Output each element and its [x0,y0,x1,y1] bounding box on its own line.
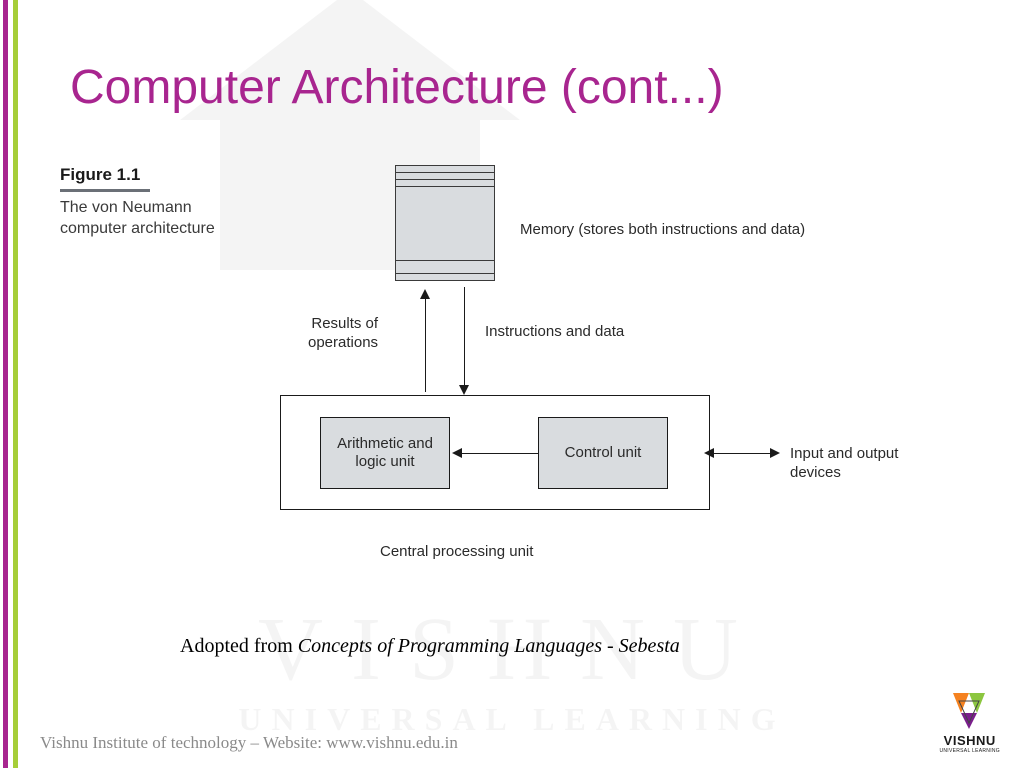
brand-logo: VISHNU UNIVERSAL LEARNING [939,687,1000,754]
alu-box: Arithmetic and logic unit [320,417,450,489]
footer-text: Vishnu Institute of technology – Website… [40,733,458,753]
brand-name: VISHNU [939,733,1000,748]
memory-label: Memory (stores both instructions and dat… [520,221,805,238]
memory-block [395,165,495,280]
slide-title: Computer Architecture (cont...) [70,60,724,115]
von-neumann-diagram: Memory (stores both instructions and dat… [260,165,900,585]
source-credit: Adopted from Concepts of Programming Lan… [180,635,680,658]
results-label: Results of operations [308,315,378,353]
figure-label: Figure 1.1 [60,165,150,192]
cpu-caption: Central processing unit [380,543,533,560]
control-unit-box: Control unit [538,417,668,489]
instructions-label: Instructions and data [485,323,624,342]
source-prefix: Adopted from [180,635,298,657]
text-watermark: VISHNU UNIVERSAL LEARNING [0,598,1024,738]
alu-label: Arithmetic and logic unit [325,435,445,471]
figure-caption: The von Neumann computer architecture [60,198,260,240]
io-label: Input and output devices [790,445,900,483]
vishnu-logo-icon [945,687,995,731]
slide-edge-stripes [0,0,18,768]
control-unit-label: Control unit [565,444,642,462]
source-work: Concepts of Programming Languages - Sebe… [298,635,680,657]
brand-tagline: UNIVERSAL LEARNING [939,748,1000,754]
